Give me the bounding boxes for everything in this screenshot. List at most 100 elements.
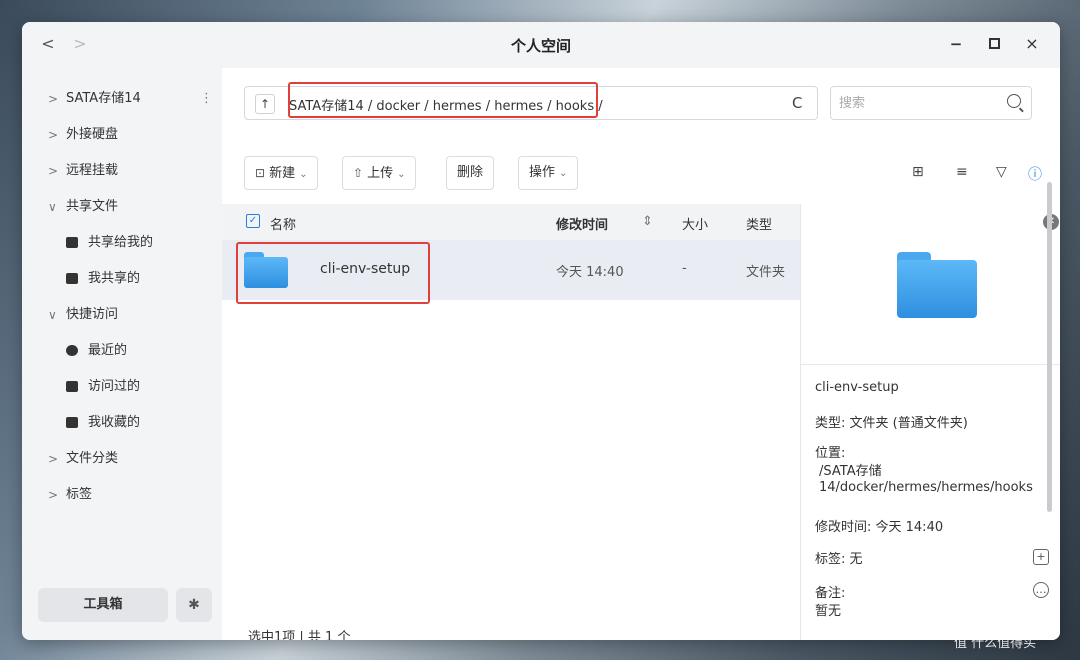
detail-note-label: 备注: — [815, 586, 846, 601]
chevron-right-icon: > — [48, 164, 59, 178]
title-bar: < > 个人空间 − × — [22, 22, 1060, 68]
filter-icon[interactable]: ▽ — [996, 164, 1007, 180]
folder-icon — [244, 252, 288, 288]
gear-icon: ✱ — [188, 597, 200, 613]
sidebar-item-sata[interactable]: > SATA存储14 ⋮ — [22, 84, 222, 114]
share-icon — [66, 237, 78, 248]
sidebar-item-my-shares[interactable]: 我共享的 — [22, 264, 222, 294]
search-icon[interactable] — [1007, 94, 1021, 108]
sidebar-item-label: SATA存储14 — [66, 91, 141, 106]
path-text[interactable]: SATA存储14 / docker / hermes / hermes / ho… — [289, 95, 603, 114]
file-size: - — [682, 261, 687, 276]
chevron-right-icon: > — [48, 92, 59, 106]
file-name[interactable]: cli-env-setup — [320, 261, 410, 277]
settings-button[interactable]: ✱ — [176, 588, 212, 622]
sidebar-item-label: 远程挂载 — [66, 163, 119, 178]
chevron-down-icon: ∨ — [48, 200, 57, 214]
detail-location-line2: 14/docker/hermes/hermes/hooks — [819, 480, 1033, 495]
share-icon — [66, 273, 78, 284]
toolbox-button[interactable]: 工具箱 — [38, 588, 168, 622]
upload-button[interactable]: ⇧ 上传 ⌄ — [342, 156, 417, 190]
upload-icon: ⇧ — [353, 166, 364, 180]
sidebar-item-label: 最近的 — [88, 343, 128, 358]
sidebar: > SATA存储14 ⋮ > 外接硬盘 > 远程挂载 ∨ 共享文件 共享给我的 … — [22, 68, 222, 640]
detail-location-line1: /SATA存储 — [819, 464, 882, 479]
info-icon[interactable]: ⓘ — [1028, 164, 1042, 184]
file-modified: 今天 14:40 — [556, 265, 624, 280]
minimize-button[interactable]: − — [944, 32, 968, 56]
detail-note-value: 暂无 — [815, 604, 842, 619]
detail-tags: 标签: 无 — [815, 552, 863, 567]
sidebar-item-favorites[interactable]: 我收藏的 — [22, 408, 222, 438]
list-view-icon[interactable]: ≡ — [956, 164, 968, 180]
column-header-size[interactable]: 大小 — [682, 214, 708, 233]
chevron-down-icon: ⌄ — [559, 168, 568, 179]
sidebar-item-remote-mount[interactable]: > 远程挂载 — [22, 156, 222, 186]
sidebar-item-label: 文件分类 — [66, 451, 119, 466]
sidebar-item-tags[interactable]: > 标签 — [22, 480, 222, 510]
sidebar-item-label: 我收藏的 — [88, 415, 141, 430]
new-button[interactable]: ⊡ 新建 ⌄ — [244, 156, 319, 190]
actions-label: 操作 — [529, 165, 556, 180]
detail-name: cli-env-setup — [815, 380, 899, 395]
main-panel: ↑ SATA存储14 / docker / hermes / hermes / … — [222, 68, 1060, 640]
clock-icon — [66, 345, 78, 356]
sidebar-item-shared-files[interactable]: ∨ 共享文件 — [22, 192, 222, 222]
up-directory-button[interactable]: ↑ — [255, 94, 275, 114]
comment-icon[interactable]: … — [1033, 582, 1049, 598]
sidebar-item-label: 访问过的 — [88, 379, 141, 394]
close-button[interactable]: × — [1020, 32, 1044, 56]
add-tag-button[interactable]: + — [1033, 549, 1049, 565]
actions-button[interactable]: 操作 ⌄ — [518, 156, 579, 190]
new-label: 新建 — [269, 166, 296, 181]
sidebar-item-label: 共享给我的 — [88, 235, 154, 250]
sort-icon[interactable]: ⇕ — [642, 214, 653, 229]
column-header-modified[interactable]: 修改时间 — [556, 214, 608, 233]
column-header-type[interactable]: 类型 — [746, 214, 772, 233]
sidebar-item-label: 共享文件 — [66, 199, 119, 214]
window-title: 个人空间 — [510, 37, 571, 55]
scrollbar[interactable] — [1047, 182, 1052, 512]
chevron-right-icon: > — [48, 128, 59, 142]
status-bar: 选中1项 | 共 1 个 — [248, 630, 351, 640]
upload-label: 上传 — [367, 166, 394, 181]
sidebar-item-quick-access[interactable]: ∨ 快捷访问 — [22, 300, 222, 330]
chevron-down-icon: ⌄ — [299, 169, 308, 180]
sidebar-item-label: 快捷访问 — [66, 307, 119, 322]
sidebar-item-recent[interactable]: 最近的 — [22, 336, 222, 366]
detail-modified: 修改时间: 今天 14:40 — [815, 520, 944, 535]
search-box[interactable] — [830, 86, 1032, 120]
select-all-checkbox[interactable]: ✓ — [246, 214, 260, 228]
bookmark-icon — [66, 417, 78, 428]
column-view-icon[interactable]: ⊞ — [912, 164, 924, 180]
sidebar-item-label: 我共享的 — [88, 271, 141, 286]
table-header: ✓ 名称 修改时间 ⇕ 大小 类型 — [222, 204, 800, 240]
sidebar-item-shared-with-me[interactable]: 共享给我的 — [22, 228, 222, 258]
maximize-button[interactable] — [982, 32, 1006, 56]
search-input[interactable] — [839, 93, 989, 113]
sidebar-item-file-categories[interactable]: > 文件分类 — [22, 444, 222, 474]
refresh-button[interactable]: C — [792, 94, 802, 112]
folder-preview-icon — [897, 252, 977, 318]
new-icon: ⊡ — [255, 166, 266, 180]
divider — [801, 364, 1060, 365]
detail-location-label: 位置: — [815, 446, 846, 461]
delete-button[interactable]: 删除 — [446, 156, 495, 190]
detail-type: 类型: 文件夹 (普通文件夹) — [815, 416, 968, 431]
sidebar-item-visited[interactable]: 访问过的 — [22, 372, 222, 402]
visited-icon — [66, 381, 78, 392]
watermark: 值 什么值得买 — [954, 636, 1037, 651]
maximize-icon — [988, 38, 1000, 49]
more-options-icon[interactable]: ⋮ — [200, 84, 213, 114]
chevron-right-icon: > — [48, 488, 59, 502]
chevron-right-icon: > — [48, 452, 59, 466]
chevron-down-icon: ⌄ — [397, 169, 406, 180]
table-row[interactable]: cli-env-setup 今天 14:40 - 文件夹 — [222, 240, 800, 300]
file-type: 文件夹 — [746, 265, 786, 280]
detail-panel: ✕ cli-env-setup 类型: 文件夹 (普通文件夹) 位置: /SAT… — [800, 204, 1060, 640]
column-header-name[interactable]: 名称 — [270, 214, 296, 233]
sidebar-item-external-disk[interactable]: > 外接硬盘 — [22, 120, 222, 150]
path-bar[interactable]: ↑ SATA存储14 / docker / hermes / hermes / … — [244, 86, 818, 120]
file-manager-window: < > 个人空间 − × > SATA存储14 ⋮ > 外接硬盘 > 远程挂载 … — [22, 22, 1060, 640]
chevron-down-icon: ∨ — [48, 308, 57, 322]
